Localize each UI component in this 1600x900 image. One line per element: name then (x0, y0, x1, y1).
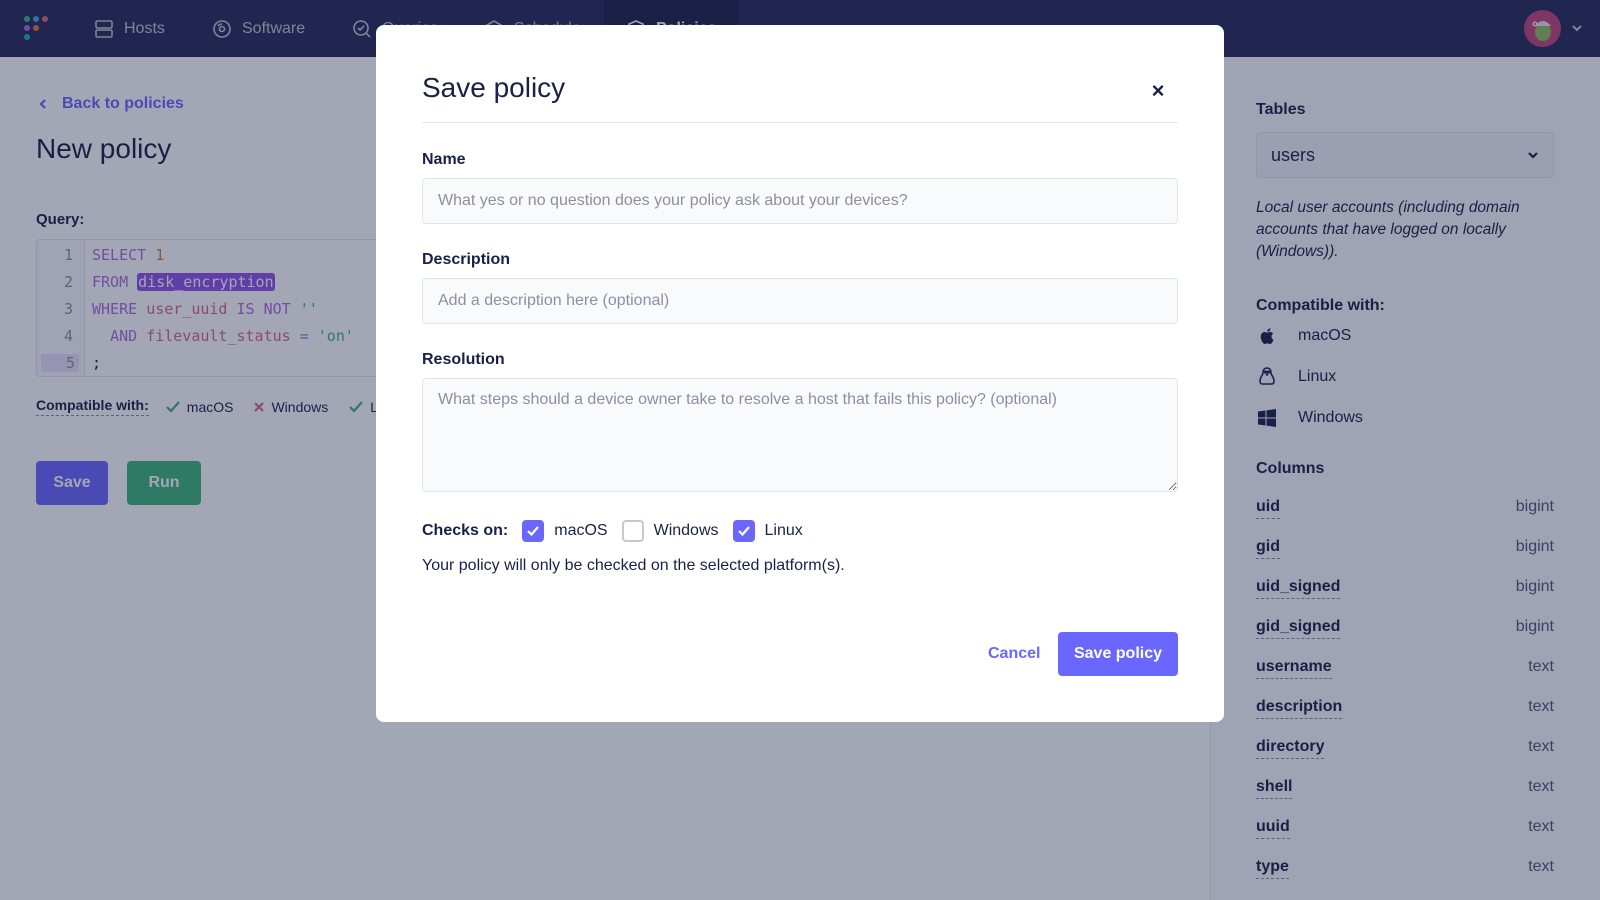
checks-on-row: Checks on: macOS Windows Linux (422, 520, 817, 542)
checkbox-label: macOS (554, 522, 608, 539)
checkbox[interactable] (732, 520, 755, 542)
checkbox-label: Linux (764, 522, 803, 539)
check-icon (527, 526, 540, 537)
save-policy-modal: Save policy × Name Description Resolutio… (376, 25, 1224, 722)
checkbox-windows[interactable]: Windows (621, 520, 719, 542)
checkbox-label: Windows (653, 522, 719, 539)
check-icon (737, 526, 750, 537)
save-policy-button[interactable]: Save policy (1058, 632, 1178, 676)
name-label: Name (422, 151, 466, 168)
checks-on-label: Checks on: (422, 522, 509, 539)
description-label: Description (422, 251, 511, 268)
close-icon[interactable]: × (1148, 78, 1168, 103)
description-input[interactable] (422, 278, 1178, 324)
checkbox[interactable] (522, 520, 545, 542)
name-input[interactable] (422, 178, 1178, 224)
checkbox-linux[interactable]: Linux (732, 520, 803, 542)
checkbox[interactable] (621, 520, 644, 542)
resolution-textarea[interactable] (422, 378, 1178, 492)
modal-title: Save policy (422, 72, 566, 103)
checks-help-text: Your policy will only be checked on the … (422, 557, 845, 574)
cancel-button[interactable]: Cancel (988, 632, 1040, 676)
modal-divider (422, 122, 1178, 123)
resolution-label: Resolution (422, 351, 505, 368)
checkbox-macos[interactable]: macOS (522, 520, 608, 542)
